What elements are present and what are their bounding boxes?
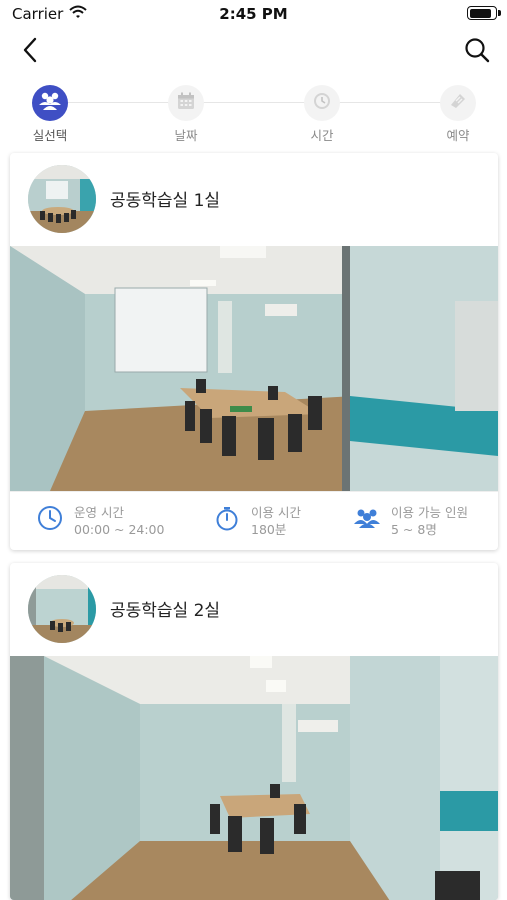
stepper-line	[50, 102, 457, 103]
back-button[interactable]	[14, 36, 46, 68]
chevron-left-icon	[22, 37, 38, 67]
info-value: 180분	[251, 522, 287, 537]
info-label: 이용 가능 인원	[391, 505, 468, 520]
room-photo	[10, 656, 498, 900]
calendar-icon	[176, 91, 196, 115]
nav-bar	[0, 30, 507, 74]
info-usage-time: 이용 시간 180분	[213, 504, 301, 538]
people-icon	[353, 504, 381, 532]
step-label: 날짜	[174, 128, 198, 143]
battery-fill	[469, 8, 492, 18]
room-name: 공동학습실 1실	[110, 191, 221, 211]
room-card-header: 공동학습실 1실	[10, 153, 498, 246]
step-reserve[interactable]: 예약	[423, 85, 493, 144]
reservation-stepper: 실선택 날짜 시간 예약	[0, 82, 507, 144]
step-label: 실선택	[32, 128, 68, 143]
info-value: 00:00 ~ 24:00	[74, 522, 165, 537]
room-card[interactable]: 공동학습실 2실	[10, 563, 498, 900]
step-time[interactable]: 시간	[287, 85, 357, 144]
room-info-row: 운영 시간 00:00 ~ 24:00 이용 시간 180분 이용 가능 인원	[10, 491, 498, 550]
info-operating-hours: 운영 시간 00:00 ~ 24:00	[36, 504, 164, 538]
room-thumbnail	[28, 575, 96, 643]
room-card[interactable]: 공동학습실 1실 운영 시간 00:00 ~ 24:00 이용 시간 180분 …	[10, 153, 498, 550]
info-value: 5 ~ 8명	[391, 522, 437, 537]
step-circle	[168, 85, 204, 121]
room-card-header: 공동학습실 2실	[10, 563, 498, 656]
clock-icon	[312, 91, 332, 115]
status-bar: Carrier 2:45 PM	[0, 0, 507, 28]
room-name: 공동학습실 2실	[110, 601, 221, 621]
step-label: 예약	[446, 128, 470, 143]
battery-icon	[467, 6, 501, 20]
people-icon	[38, 91, 62, 115]
step-circle	[304, 85, 340, 121]
ticket-icon	[448, 91, 468, 115]
step-circle	[440, 85, 476, 121]
status-time: 2:45 PM	[219, 5, 288, 23]
info-label: 운영 시간	[74, 505, 124, 520]
stopwatch-icon	[213, 504, 241, 532]
step-circle	[32, 85, 68, 121]
info-label: 이용 시간	[251, 505, 301, 520]
room-photo	[10, 246, 498, 491]
search-button[interactable]	[461, 36, 493, 68]
search-icon	[464, 37, 490, 67]
room-thumbnail	[28, 165, 96, 233]
clock-icon	[36, 504, 64, 532]
info-capacity: 이용 가능 인원 5 ~ 8명	[353, 504, 468, 538]
step-date[interactable]: 날짜	[151, 85, 221, 144]
step-label: 시간	[310, 128, 334, 143]
step-room-select[interactable]: 실선택	[15, 85, 85, 144]
